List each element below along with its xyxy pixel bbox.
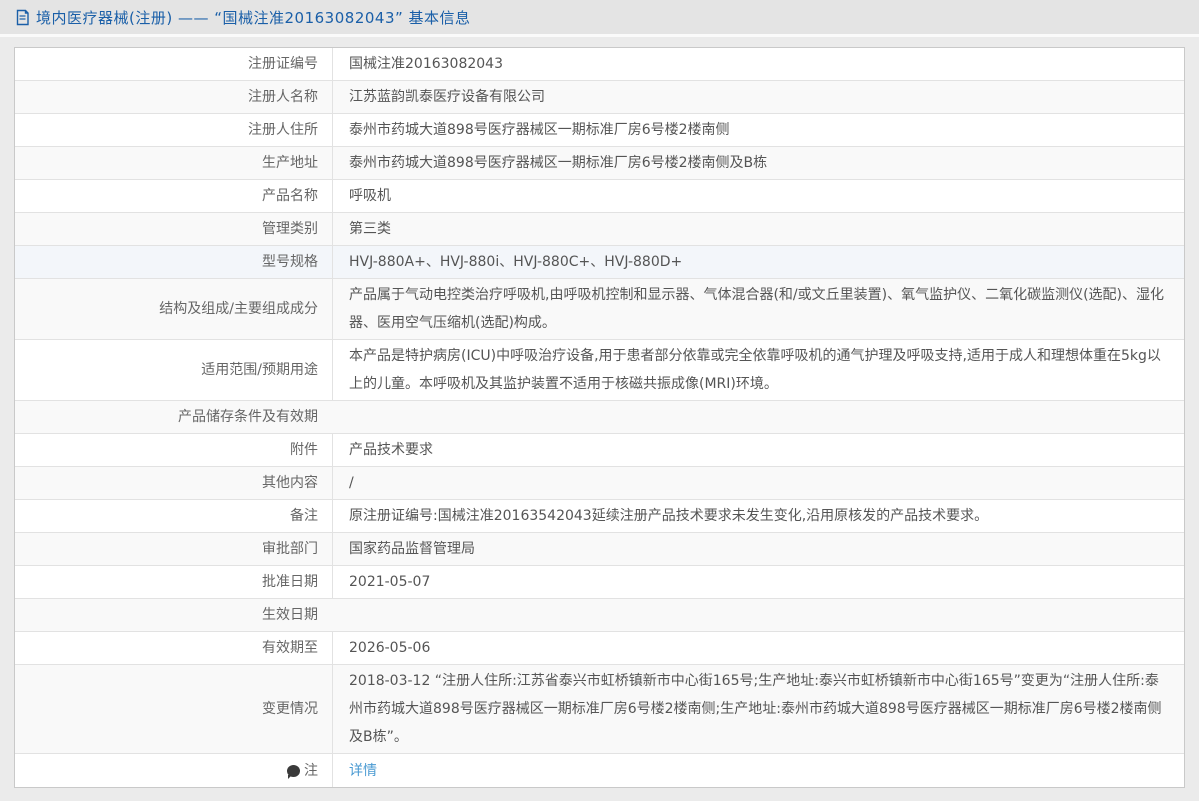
table-row-registrant-name: 注册人名称 江苏蓝韵凯泰医疗设备有限公司 [15,81,1184,114]
row-value: 泰州市药城大道898号医疗器械区一期标准厂房6号楼2楼南侧 [332,114,1184,146]
page-header: 境内医疗器械(注册) —— “国械注准20163082043” 基本信息 [0,0,1199,37]
row-label: 适用范围/预期用途 [15,340,332,400]
row-label: 结构及组成/主要组成成分 [15,279,332,339]
row-label: 注册证编号 [15,48,332,80]
row-value: 国家药品监督管理局 [332,533,1184,565]
row-label: 生效日期 [15,599,332,631]
row-value: 江苏蓝韵凯泰医疗设备有限公司 [332,81,1184,113]
row-value: 2021-05-07 [332,566,1184,598]
row-label: 注 [15,754,332,787]
row-value: 2026-05-06 [332,632,1184,664]
row-label: 注册人住所 [15,114,332,146]
page-title: 境内医疗器械(注册) —— “国械注准20163082043” 基本信息 [36,7,471,28]
row-label: 变更情况 [15,665,332,753]
table-row-valid-until: 有效期至 2026-05-06 [15,632,1184,665]
table-row-structure-composition: 结构及组成/主要组成成分 产品属于气动电控类治疗呼吸机,由呼吸机控制和显示器、气… [15,279,1184,340]
row-label: 注册人名称 [15,81,332,113]
row-value: 第三类 [332,213,1184,245]
table-row-model-spec: 型号规格 HVJ-880A+、HVJ-880i、HVJ-880C+、HVJ-88… [15,246,1184,279]
row-label: 批准日期 [15,566,332,598]
row-value: 2018-03-12 “注册人住所:江苏省泰兴市虹桥镇新市中心街165号;生产地… [332,665,1184,753]
table-row-production-address: 生产地址 泰州市药城大道898号医疗器械区一期标准厂房6号楼2楼南侧及B栋 [15,147,1184,180]
table-row-attachment: 附件 产品技术要求 [15,434,1184,467]
registration-info-table: 注册证编号 国械注准20163082043 注册人名称 江苏蓝韵凯泰医疗设备有限… [14,47,1185,788]
row-label: 有效期至 [15,632,332,664]
table-row-approval-department: 审批部门 国家药品监督管理局 [15,533,1184,566]
table-row-note: 注 详情 [15,754,1184,787]
row-label: 生产地址 [15,147,332,179]
row-value: 产品技术要求 [332,434,1184,466]
row-label: 管理类别 [15,213,332,245]
row-label: 附件 [15,434,332,466]
row-label: 其他内容 [15,467,332,499]
table-row-approval-date: 批准日期 2021-05-07 [15,566,1184,599]
table-row-intended-use: 适用范围/预期用途 本产品是特护病房(ICU)中呼吸治疗设备,用于患者部分依靠或… [15,340,1184,401]
note-label: 注 [304,757,318,785]
row-label: 审批部门 [15,533,332,565]
table-row-other-content: 其他内容 / [15,467,1184,500]
row-value: 详情 [332,754,1184,787]
table-row-product-name: 产品名称 呼吸机 [15,180,1184,213]
row-label: 产品名称 [15,180,332,212]
row-label: 产品储存条件及有效期 [15,401,332,433]
table-row-effective-date: 生效日期 [15,599,1184,632]
table-row-registrant-address: 注册人住所 泰州市药城大道898号医疗器械区一期标准厂房6号楼2楼南侧 [15,114,1184,147]
details-link[interactable]: 详情 [349,757,377,785]
page: 境内医疗器械(注册) —— “国械注准20163082043” 基本信息 注册证… [0,0,1199,801]
row-value: 本产品是特护病房(ICU)中呼吸治疗设备,用于患者部分依靠或完全依靠呼吸机的通气… [332,340,1184,400]
document-icon [14,9,31,26]
table-row-registration-number: 注册证编号 国械注准20163082043 [15,48,1184,81]
row-value: / [332,467,1184,499]
row-value [332,401,1184,433]
table-row-storage-conditions: 产品储存条件及有效期 [15,401,1184,434]
row-label: 备注 [15,500,332,532]
row-value: HVJ-880A+、HVJ-880i、HVJ-880C+、HVJ-880D+ [332,246,1184,278]
table-row-remarks: 备注 原注册证编号:国械注准20163542043延续注册产品技术要求未发生变化… [15,500,1184,533]
row-value: 泰州市药城大道898号医疗器械区一期标准厂房6号楼2楼南侧及B栋 [332,147,1184,179]
row-value [332,599,1184,631]
row-value: 国械注准20163082043 [332,48,1184,80]
row-value: 产品属于气动电控类治疗呼吸机,由呼吸机控制和显示器、气体混合器(和/或文丘里装置… [332,279,1184,339]
table-row-management-category: 管理类别 第三类 [15,213,1184,246]
comment-icon [287,765,300,777]
row-value: 原注册证编号:国械注准20163542043延续注册产品技术要求未发生变化,沿用… [332,500,1184,532]
row-label: 型号规格 [15,246,332,278]
row-value: 呼吸机 [332,180,1184,212]
table-row-change-history: 变更情况 2018-03-12 “注册人住所:江苏省泰兴市虹桥镇新市中心街165… [15,665,1184,754]
